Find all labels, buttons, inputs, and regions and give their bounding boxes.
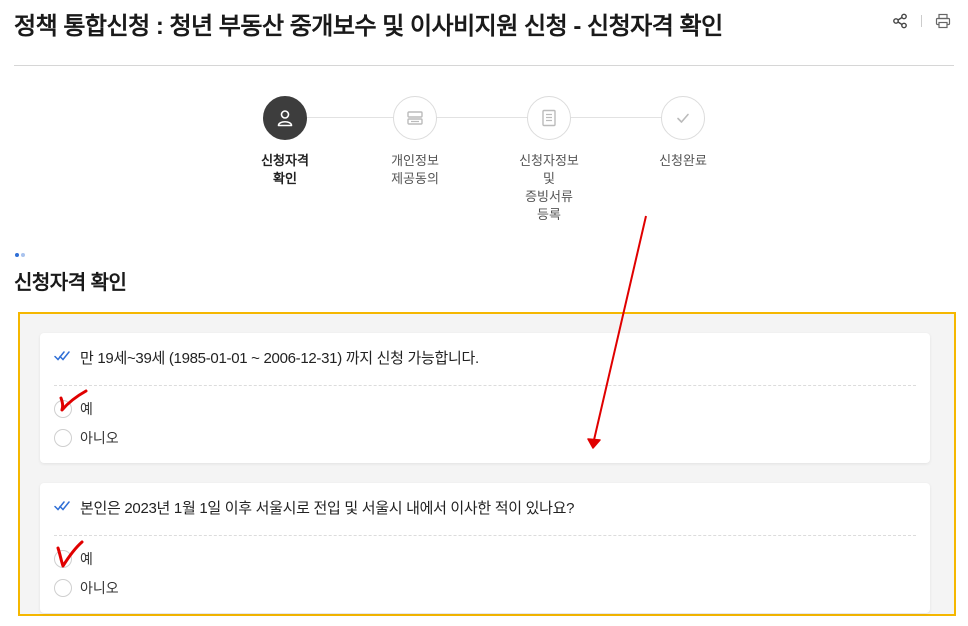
option-label: 아니오 xyxy=(80,430,119,446)
question-divider xyxy=(54,385,916,386)
step-label: 신청자정보 및 증빙서류 등록 xyxy=(519,153,579,222)
step-consent: 개인정보 제공동의 xyxy=(370,96,460,188)
step-eligibility: 신청자격 확인 xyxy=(240,96,330,188)
option-yes[interactable]: 예 xyxy=(54,549,93,569)
question-card: 만 19세~39세 (1985-01-01 ~ 2006-12-31) 까지 신… xyxy=(40,333,930,463)
step-label: 신청자격 확인 xyxy=(261,153,309,186)
step-label: 신청완료 xyxy=(659,153,707,168)
option-label: 아니오 xyxy=(80,580,119,596)
header-actions xyxy=(889,10,954,32)
document-icon xyxy=(527,96,571,140)
question-text: 본인은 2023년 1월 1일 이후 서울시로 전입 및 서울시 내에서 이사한… xyxy=(80,500,575,517)
option-no[interactable]: 아니오 xyxy=(54,428,119,448)
radio-button[interactable] xyxy=(54,400,72,418)
radio-button[interactable] xyxy=(54,550,72,568)
question-divider xyxy=(54,535,916,536)
option-no[interactable]: 아니오 xyxy=(54,578,119,598)
print-icon[interactable] xyxy=(932,10,954,32)
eligibility-questions-panel: 만 19세~39세 (1985-01-01 ~ 2006-12-31) 까지 신… xyxy=(18,312,956,616)
check-icon xyxy=(661,96,705,140)
divider xyxy=(921,15,922,27)
page-title: 정책 통합신청 : 청년 부동산 중개보수 및 이사비지원 신청 - 신청자격 … xyxy=(14,13,723,40)
progress-stepper: 신청자격 확인 개인정보 제공동의 신청자정보 및 증빙서류 등록 신청완료 xyxy=(0,96,968,226)
question-card: 본인은 2023년 1월 1일 이후 서울시로 전입 및 서울시 내에서 이사한… xyxy=(40,483,930,613)
person-icon xyxy=(263,96,307,140)
section-bullet-icon xyxy=(15,253,25,257)
radio-button[interactable] xyxy=(54,579,72,597)
option-yes[interactable]: 예 xyxy=(54,399,93,419)
step-complete: 신청완료 xyxy=(638,96,728,170)
option-label: 예 xyxy=(80,401,93,417)
double-check-icon xyxy=(54,349,72,367)
share-icon[interactable] xyxy=(889,10,911,32)
question-text: 만 19세~39세 (1985-01-01 ~ 2006-12-31) 까지 신… xyxy=(80,350,479,367)
radio-button[interactable] xyxy=(54,429,72,447)
agreement-icon xyxy=(393,96,437,140)
step-applicant-info: 신청자정보 및 증빙서류 등록 xyxy=(504,96,594,224)
section-title: 신청자격 확인 xyxy=(14,272,127,294)
step-label: 개인정보 제공동의 xyxy=(391,153,439,186)
option-label: 예 xyxy=(80,551,93,567)
header-divider xyxy=(14,65,954,66)
double-check-icon xyxy=(54,499,72,517)
